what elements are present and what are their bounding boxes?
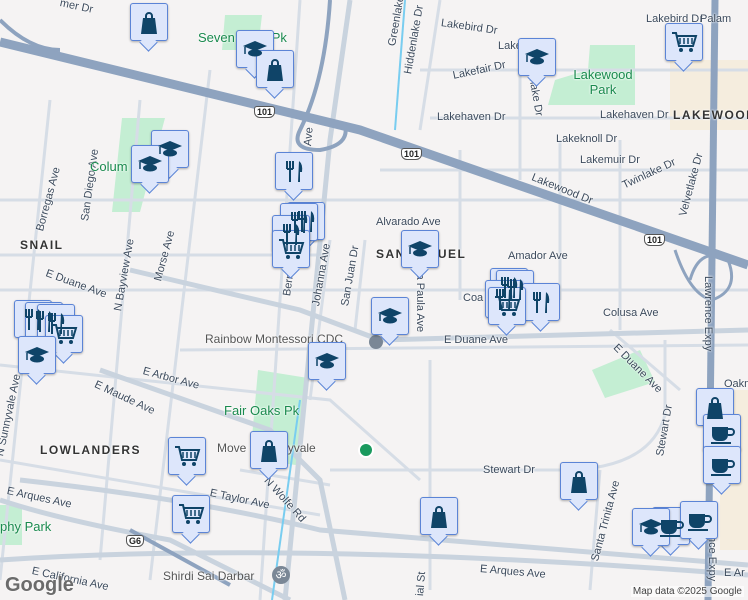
parks	[0, 15, 655, 545]
school-marker[interactable]	[18, 336, 56, 374]
street-label: Stewart Dr	[483, 464, 535, 476]
street-label: Lakeknoll Dr	[556, 133, 618, 145]
school-marker[interactable]	[308, 342, 346, 380]
neighborhood-label: LOWLANDERS	[40, 443, 141, 457]
school-marker[interactable]	[371, 297, 409, 335]
graduation-cap-icon	[315, 353, 339, 369]
map-attribution[interactable]: Map data ©2025 Google	[630, 586, 744, 597]
shopping-bag-icon	[431, 506, 447, 528]
coffee-marker[interactable]	[680, 501, 718, 539]
restaurant-marker[interactable]	[522, 283, 560, 321]
shopping-cart-icon	[279, 239, 305, 259]
coffee-marker[interactable]	[703, 446, 741, 484]
park-label-murphy[interactable]: phy Park	[0, 519, 51, 534]
us-101-shield: 101	[254, 106, 276, 118]
shopping-cart-icon	[52, 324, 78, 344]
shopping-cart-icon	[179, 504, 205, 524]
place-pin-icon	[358, 442, 374, 458]
street-label: Lakehaven Dr	[600, 109, 669, 121]
bag-marker[interactable]	[560, 462, 598, 500]
google-logo: Google	[5, 574, 74, 596]
cart-marker[interactable]	[665, 23, 703, 61]
street-label: Colusa Ave	[603, 307, 659, 319]
park-label-fair-oaks[interactable]: Fair Oaks Pk	[224, 403, 299, 418]
cart-marker[interactable]	[168, 437, 206, 475]
coffee-cup-icon	[711, 459, 735, 476]
street-label: Coa	[463, 292, 484, 304]
restaurant-marker[interactable]	[275, 152, 313, 190]
park-label-columbia[interactable]: Colum	[90, 159, 128, 174]
school-marker[interactable]	[401, 230, 439, 268]
bag-marker[interactable]	[130, 3, 168, 41]
shopping-cart-icon	[495, 296, 521, 316]
street-label: E Ar	[724, 567, 745, 579]
street-label: Lawrence Expy	[702, 276, 714, 352]
cart-marker[interactable]	[172, 495, 210, 533]
street-label: Ave	[302, 126, 316, 147]
street-label: ial St	[414, 571, 429, 597]
street-label: Amador Ave	[508, 250, 568, 262]
school-marker[interactable]	[632, 508, 670, 546]
us-101-shield: 101	[644, 234, 666, 246]
bag-marker[interactable]	[420, 497, 458, 535]
temple-icon: ॐ	[272, 566, 290, 584]
shopping-cart-icon	[672, 32, 698, 52]
graduation-cap-icon	[639, 519, 663, 535]
street-label: Lakehaven Dr	[437, 111, 506, 123]
g6-shield: G6	[126, 535, 145, 547]
coffee-marker[interactable]	[703, 414, 741, 452]
graduation-cap-icon	[25, 347, 49, 363]
coffee-cup-icon	[711, 427, 735, 444]
shopping-bag-icon	[261, 440, 277, 462]
fork-knife-icon	[533, 292, 550, 313]
shopping-cart-icon	[175, 446, 201, 466]
neighborhood-label: SNAIL	[20, 238, 64, 252]
us-101-shield: 101	[401, 148, 423, 160]
street-label: Palam	[700, 13, 732, 25]
shopping-bag-icon	[267, 59, 283, 81]
cart-marker[interactable]	[272, 230, 310, 268]
street-label: Alvarado Ave	[376, 216, 441, 228]
graduation-cap-icon	[138, 156, 162, 172]
coffee-cup-icon	[688, 514, 712, 531]
fork-knife-icon	[286, 161, 303, 182]
bag-marker[interactable]	[250, 431, 288, 469]
neighborhood-label: LAKEWOOD	[673, 108, 748, 122]
shopping-bag-icon	[141, 12, 157, 34]
bag-marker[interactable]	[256, 50, 294, 88]
shopping-bag-icon	[571, 471, 587, 493]
graduation-cap-icon	[408, 241, 432, 257]
street-label: E Duane Ave	[444, 334, 509, 346]
park-label-lakewood[interactable]: Lakewood Park	[563, 67, 643, 97]
graduation-cap-icon	[525, 49, 549, 65]
cart-marker[interactable]	[488, 287, 526, 325]
poi-shirdi-sai-darbar[interactable]: Shirdi Sai Darbar	[163, 569, 254, 583]
shopping-bag-icon	[707, 397, 723, 419]
graduation-cap-icon	[378, 308, 402, 324]
school-marker[interactable]	[131, 145, 169, 183]
school-marker[interactable]	[518, 38, 556, 76]
street-label: Lakemuir Dr	[580, 154, 640, 166]
